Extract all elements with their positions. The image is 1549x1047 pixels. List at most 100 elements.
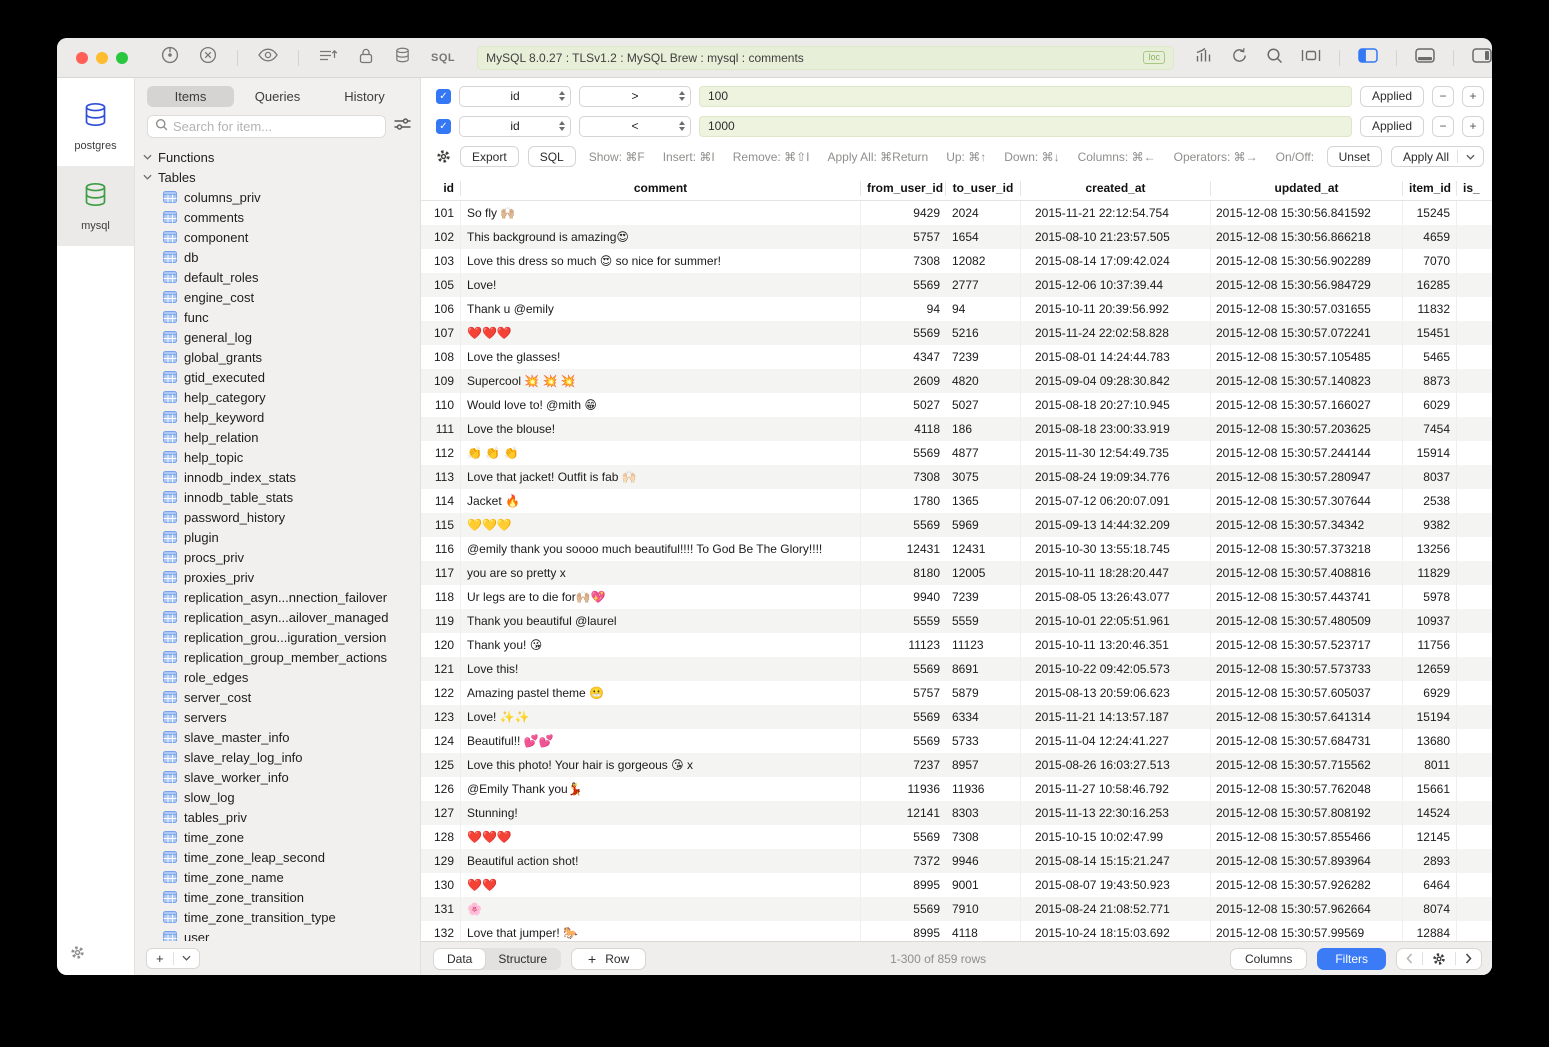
- cell-id[interactable]: 113: [421, 465, 461, 489]
- sidebar-table-item[interactable]: slow_log: [143, 787, 420, 807]
- column-header-item_id[interactable]: item_id: [1403, 181, 1457, 196]
- filter-sliders-icon[interactable]: [394, 117, 411, 136]
- sidebar-table-item[interactable]: global_grants: [143, 347, 420, 367]
- column-header-to_user_id[interactable]: to_user_id: [946, 181, 1021, 196]
- cell-updated_at[interactable]: 2015-12-08 15:30:57.307644: [1211, 489, 1403, 513]
- cell-item_id[interactable]: 7070: [1403, 249, 1457, 273]
- column-header-from_user_id[interactable]: from_user_id: [861, 181, 946, 196]
- cell-updated_at[interactable]: 2015-12-08 15:30:57.166027: [1211, 393, 1403, 417]
- cell-is_[interactable]: [1457, 201, 1492, 225]
- zoom-window-button[interactable]: [116, 52, 128, 64]
- table-row[interactable]: 107❤️❤️❤️556952162015-11-24 22:02:58.828…: [421, 321, 1492, 345]
- cell-from_user_id[interactable]: 8180: [861, 561, 946, 585]
- cell-is_[interactable]: [1457, 513, 1492, 537]
- column-header-updated_at[interactable]: updated_at: [1211, 181, 1403, 196]
- tab-queries[interactable]: Queries: [234, 86, 321, 107]
- cell-id[interactable]: 127: [421, 801, 461, 825]
- cell-id[interactable]: 103: [421, 249, 461, 273]
- table-row[interactable]: 131🌸556979102015-08-24 21:08:52.7712015-…: [421, 897, 1492, 921]
- cell-from_user_id[interactable]: 7308: [861, 249, 946, 273]
- cell-from_user_id[interactable]: 11936: [861, 777, 946, 801]
- sidebar-table-item[interactable]: replication_group_member_actions: [143, 647, 420, 667]
- sidebar-table-item[interactable]: columns_priv: [143, 187, 420, 207]
- cell-item_id[interactable]: 11829: [1403, 561, 1457, 585]
- sidebar-table-item[interactable]: general_log: [143, 327, 420, 347]
- cell-comment[interactable]: Jacket 🔥: [461, 489, 861, 513]
- cell-to_user_id[interactable]: 9946: [946, 849, 1021, 873]
- add-row-button[interactable]: + Row: [571, 948, 646, 970]
- cell-to_user_id[interactable]: 11936: [946, 777, 1021, 801]
- cell-updated_at[interactable]: 2015-12-08 15:30:57.684731: [1211, 729, 1403, 753]
- remove-filter-button[interactable]: −: [1432, 86, 1454, 107]
- table-row[interactable]: 102This background is amazing😍5757165420…: [421, 225, 1492, 249]
- sidebar-table-item[interactable]: help_category: [143, 387, 420, 407]
- filter-operator-select[interactable]: >: [579, 86, 691, 107]
- cell-item_id[interactable]: 15661: [1403, 777, 1457, 801]
- table-row[interactable]: 116@emily thank you soooo much beautiful…: [421, 537, 1492, 561]
- toggle-right-panel-icon[interactable]: [1472, 48, 1492, 68]
- cell-is_[interactable]: [1457, 249, 1492, 273]
- cell-updated_at[interactable]: 2015-12-08 15:30:57.408816: [1211, 561, 1403, 585]
- cell-to_user_id[interactable]: 8303: [946, 801, 1021, 825]
- cell-id[interactable]: 107: [421, 321, 461, 345]
- sidebar-table-item[interactable]: server_cost: [143, 687, 420, 707]
- table-row[interactable]: 113Love that jacket! Outfit is fab 🙌🏻730…: [421, 465, 1492, 489]
- sidebar-table-item[interactable]: time_zone_transition_type: [143, 907, 420, 927]
- cell-comment[interactable]: Love this!: [461, 657, 861, 681]
- preview-eye-icon[interactable]: [258, 48, 278, 67]
- cell-is_[interactable]: [1457, 537, 1492, 561]
- filter-checkbox[interactable]: ✓: [436, 119, 451, 134]
- cell-is_[interactable]: [1457, 345, 1492, 369]
- cell-item_id[interactable]: 14524: [1403, 801, 1457, 825]
- cell-is_[interactable]: [1457, 417, 1492, 441]
- cell-is_[interactable]: [1457, 561, 1492, 585]
- cell-item_id[interactable]: 15194: [1403, 705, 1457, 729]
- cell-to_user_id[interactable]: 6334: [946, 705, 1021, 729]
- cell-created_at[interactable]: 2015-10-30 13:55:18.745: [1021, 537, 1211, 561]
- filter-column-select[interactable]: id: [459, 86, 571, 107]
- cell-updated_at[interactable]: 2015-12-08 15:30:57.523717: [1211, 633, 1403, 657]
- cell-from_user_id[interactable]: 5569: [861, 705, 946, 729]
- cell-to_user_id[interactable]: 4877: [946, 441, 1021, 465]
- cell-item_id[interactable]: 6929: [1403, 681, 1457, 705]
- sidebar-table-item[interactable]: tables_priv: [143, 807, 420, 827]
- sidebar-table-item[interactable]: time_zone_transition: [143, 887, 420, 907]
- connection-mysql[interactable]: mysql: [57, 166, 134, 246]
- cell-from_user_id[interactable]: 7308: [861, 465, 946, 489]
- cell-comment[interactable]: Love! ✨✨: [461, 705, 861, 729]
- cell-from_user_id[interactable]: 4347: [861, 345, 946, 369]
- table-view-icon[interactable]: [1301, 48, 1321, 68]
- cell-updated_at[interactable]: 2015-12-08 15:30:57.808192: [1211, 801, 1403, 825]
- cell-is_[interactable]: [1457, 897, 1492, 921]
- cell-created_at[interactable]: 2015-11-13 22:30:16.253: [1021, 801, 1211, 825]
- cell-to_user_id[interactable]: 1365: [946, 489, 1021, 513]
- cell-is_[interactable]: [1457, 849, 1492, 873]
- cell-is_[interactable]: [1457, 465, 1492, 489]
- table-row[interactable]: 118Ur legs are to die for🙌🏼💖994072392015…: [421, 585, 1492, 609]
- cell-item_id[interactable]: 8873: [1403, 369, 1457, 393]
- cell-id[interactable]: 128: [421, 825, 461, 849]
- cell-id[interactable]: 125: [421, 753, 461, 777]
- cell-id[interactable]: 119: [421, 609, 461, 633]
- cell-to_user_id[interactable]: 8691: [946, 657, 1021, 681]
- cell-comment[interactable]: This background is amazing😍: [461, 225, 861, 249]
- column-header-id[interactable]: id: [421, 181, 461, 196]
- cell-to_user_id[interactable]: 7910: [946, 897, 1021, 921]
- chevron-left-icon[interactable]: [1397, 949, 1422, 969]
- table-row[interactable]: 129Beautiful action shot!737299462015-08…: [421, 849, 1492, 873]
- cell-from_user_id[interactable]: 5569: [861, 321, 946, 345]
- apply-all-button[interactable]: Apply All: [1391, 146, 1484, 167]
- cell-id[interactable]: 102: [421, 225, 461, 249]
- cell-from_user_id[interactable]: 5559: [861, 609, 946, 633]
- filter-value-input[interactable]: 100: [699, 86, 1352, 107]
- cell-from_user_id[interactable]: 9940: [861, 585, 946, 609]
- cell-item_id[interactable]: 2893: [1403, 849, 1457, 873]
- cell-is_[interactable]: [1457, 441, 1492, 465]
- cell-updated_at[interactable]: 2015-12-08 15:30:57.962664: [1211, 897, 1403, 921]
- cell-comment[interactable]: Stunning!: [461, 801, 861, 825]
- sql-editor-icon[interactable]: SQL: [431, 52, 455, 64]
- lock-icon[interactable]: [358, 47, 374, 69]
- cell-from_user_id[interactable]: 8995: [861, 873, 946, 897]
- tree-section-tables[interactable]: Tables: [143, 167, 420, 187]
- cell-from_user_id[interactable]: 5027: [861, 393, 946, 417]
